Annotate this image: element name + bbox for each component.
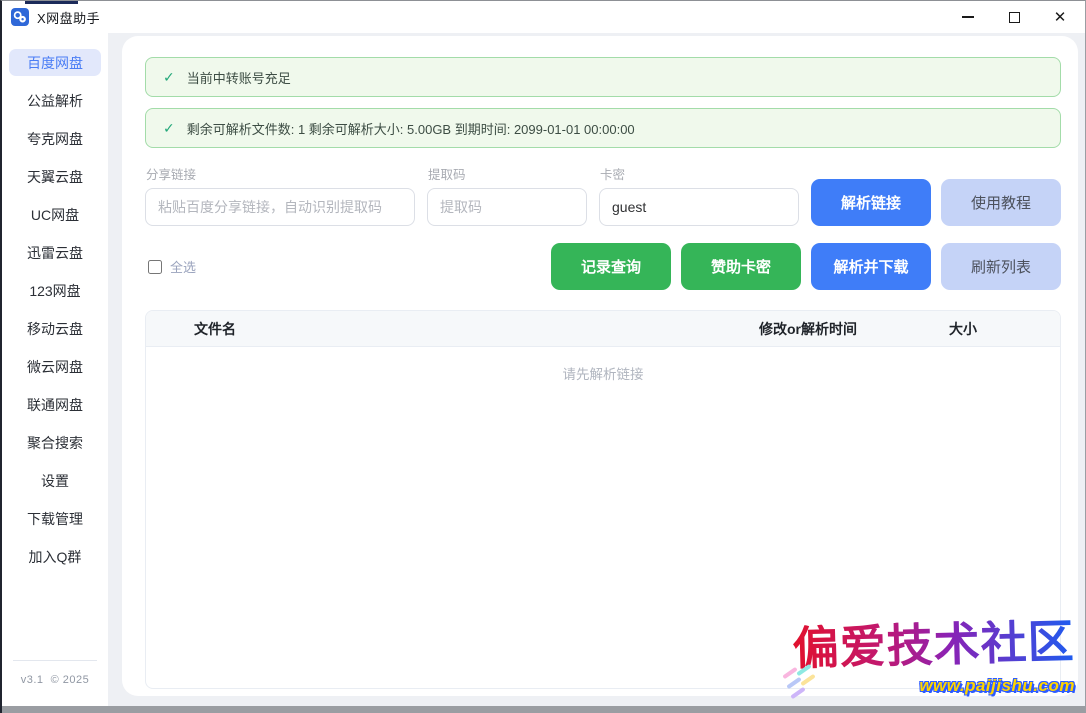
- top-accent-strip: [25, 1, 78, 4]
- sidebar-item-xunlei-pan[interactable]: 迅雷云盘: [9, 239, 101, 266]
- sidebar-item-quark-pan[interactable]: 夸克网盘: [9, 125, 101, 152]
- sidebar-item-yidong-pan[interactable]: 移动云盘: [9, 315, 101, 342]
- share-link-field: 分享链接: [145, 164, 415, 226]
- column-modified-or-parse-time: 修改or解析时间: [759, 319, 934, 339]
- sidebar-item-123-pan[interactable]: 123网盘: [9, 277, 101, 304]
- check-icon: ✓: [163, 69, 175, 86]
- account-status-alert: ✓ 当前中转账号充足: [145, 57, 1061, 97]
- sidebar-item-download-manager[interactable]: 下载管理: [9, 505, 101, 532]
- action-row: 全选 记录查询 赞助卡密 解析并下载 刷新列表: [145, 243, 1061, 290]
- card-key-input[interactable]: [599, 188, 799, 226]
- card-key-field: 卡密: [599, 164, 799, 226]
- tutorial-button[interactable]: 使用教程: [941, 179, 1061, 226]
- app-logo-icon: [11, 8, 29, 26]
- content-card: ✓ 当前中转账号充足 ✓ 剩余可解析文件数: 1 剩余可解析大小: 5.00GB…: [122, 36, 1078, 696]
- column-filename: 文件名: [146, 319, 759, 339]
- close-button[interactable]: ✕: [1037, 1, 1083, 33]
- parse-and-download-button[interactable]: 解析并下载: [811, 243, 931, 290]
- share-link-label: 分享链接: [145, 164, 415, 183]
- sidebar-item-weiyun-pan[interactable]: 微云网盘: [9, 353, 101, 380]
- sidebar-item-baidu-pan[interactable]: 百度网盘: [9, 49, 101, 76]
- extract-code-label: 提取码: [427, 164, 587, 183]
- sidebar-divider: [13, 660, 97, 661]
- titlebar: X网盘助手 ✕: [2, 1, 1085, 33]
- sidebar-item-settings[interactable]: 设置: [9, 467, 101, 494]
- extract-code-field: 提取码: [427, 164, 587, 226]
- maximize-button[interactable]: [991, 1, 1037, 33]
- sponsor-key-button[interactable]: 赞助卡密: [681, 243, 801, 290]
- check-icon: ✓: [163, 120, 175, 137]
- record-query-button[interactable]: 记录查询: [551, 243, 671, 290]
- account-status-text: 当前中转账号充足: [187, 68, 291, 87]
- select-all-control[interactable]: 全选: [148, 257, 196, 276]
- empty-state-text: 请先解析链接: [563, 367, 644, 382]
- window-title: X网盘助手: [37, 8, 100, 27]
- sidebar-item-public-parse[interactable]: 公益解析: [9, 87, 101, 114]
- file-table: 文件名 修改or解析时间 大小 请先解析链接: [145, 310, 1061, 689]
- sidebar-footer: v3.1 © 2025: [2, 660, 108, 686]
- version-text: v3.1 © 2025: [21, 674, 90, 686]
- window-bottom-edge: [2, 706, 1085, 713]
- table-header: 文件名 修改or解析时间 大小: [146, 311, 1060, 347]
- minimize-icon: [962, 16, 974, 18]
- quota-status-text: 剩余可解析文件数: 1 剩余可解析大小: 5.00GB 到期时间: 2099-0…: [187, 119, 635, 138]
- select-all-checkbox[interactable]: [148, 260, 162, 274]
- refresh-list-button[interactable]: 刷新列表: [941, 243, 1061, 290]
- version-number: v3.1: [21, 674, 44, 686]
- select-all-label: 全选: [170, 257, 196, 276]
- quota-status-alert: ✓ 剩余可解析文件数: 1 剩余可解析大小: 5.00GB 到期时间: 2099…: [145, 108, 1061, 148]
- main-background: ✓ 当前中转账号充足 ✓ 剩余可解析文件数: 1 剩余可解析大小: 5.00GB…: [108, 33, 1085, 706]
- sidebar-item-juhe-search[interactable]: 聚合搜索: [9, 429, 101, 456]
- sidebar-item-join-q-group[interactable]: 加入Q群: [9, 543, 101, 570]
- maximize-icon: [1009, 12, 1020, 23]
- column-size: 大小: [934, 319, 1060, 339]
- copyright-text: © 2025: [51, 674, 90, 686]
- sidebar-item-uc-pan[interactable]: UC网盘: [9, 201, 101, 228]
- table-body: 请先解析链接: [146, 347, 1060, 384]
- extract-code-input[interactable]: [427, 188, 587, 226]
- parse-form: 分享链接 提取码 卡密 解析链接 使用教程: [145, 164, 1061, 226]
- app-window: X网盘助手 ✕ 百度网盘 公益解析 夸克网盘 天翼云盘 UC网盘 迅雷云盘 12…: [0, 0, 1086, 713]
- card-key-label: 卡密: [599, 164, 799, 183]
- minimize-button[interactable]: [945, 1, 991, 33]
- sidebar: 百度网盘 公益解析 夸克网盘 天翼云盘 UC网盘 迅雷云盘 123网盘 移动云盘…: [2, 33, 108, 706]
- window-controls: ✕: [945, 1, 1085, 33]
- share-link-input[interactable]: [145, 188, 415, 226]
- sidebar-item-liantong-pan[interactable]: 联通网盘: [9, 391, 101, 418]
- sidebar-item-tianyi-pan[interactable]: 天翼云盘: [9, 163, 101, 190]
- parse-link-button[interactable]: 解析链接: [811, 179, 931, 226]
